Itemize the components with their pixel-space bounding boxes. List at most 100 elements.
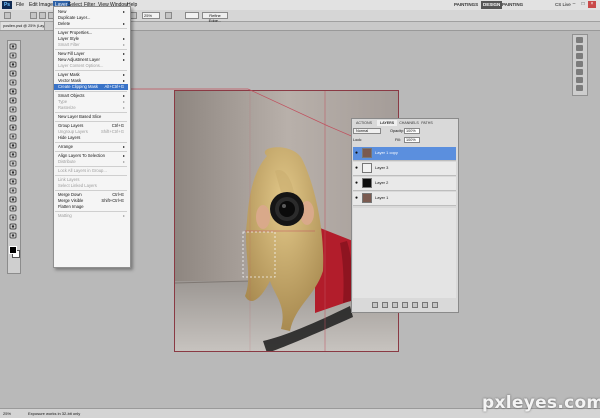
- fill-label: Fill:: [395, 138, 401, 142]
- move-tool-icon[interactable]: [9, 43, 17, 50]
- workspace-painting[interactable]: PAINTING: [502, 1, 523, 9]
- 3d-orbit-tool-icon[interactable]: [9, 214, 17, 221]
- menu-item-create-clipping-mask[interactable]: Create Clipping Mask Alt+Ctrl+G: [54, 84, 128, 90]
- layer-name: Layer 2: [375, 180, 389, 185]
- hand-tool-icon[interactable]: [9, 223, 17, 230]
- clone-stamp-tool-icon[interactable]: [9, 115, 17, 122]
- delete-layer-icon[interactable]: [432, 302, 438, 308]
- path-select-tool-icon[interactable]: [9, 187, 17, 194]
- layer-row-layer-1-copy[interactable]: ● Layer 1 copy: [353, 147, 456, 161]
- menu-separator: [55, 70, 127, 71]
- visibility-eye-icon[interactable]: ●: [355, 181, 358, 186]
- brush-tool-icon[interactable]: [9, 106, 17, 113]
- visibility-eye-icon[interactable]: ●: [355, 196, 358, 201]
- new-group-icon[interactable]: [412, 302, 418, 308]
- menu-item-arrange[interactable]: Arrange ▸: [54, 144, 128, 150]
- menu-item-label: Lock All Layers in Group...: [58, 168, 107, 173]
- fill-field[interactable]: 100%: [404, 137, 420, 143]
- dodge-tool-icon[interactable]: [9, 160, 17, 167]
- properties-panel-icon[interactable]: [576, 85, 583, 91]
- menu-item-label: Arrange: [58, 144, 73, 149]
- panel-tab-channels[interactable]: CHANNELS: [398, 120, 420, 126]
- zoom-tool-icon[interactable]: [9, 232, 17, 239]
- marquee-tool-icon[interactable]: [9, 52, 17, 59]
- menu-item-label: Layer Content Options...: [58, 63, 104, 68]
- menu-item-label: Smart Filter: [58, 42, 80, 47]
- blur-tool-icon[interactable]: [9, 151, 17, 158]
- pen-tool-icon[interactable]: [9, 169, 17, 176]
- gradient-tool-icon[interactable]: [9, 142, 17, 149]
- menu-item-label: New Layer Based Slice: [58, 114, 102, 119]
- swatches-panel-icon[interactable]: [576, 45, 583, 51]
- color-panel-icon[interactable]: [576, 37, 583, 43]
- menu-item-label: Hide Layers: [58, 135, 81, 140]
- menu-item-new-layer-based-slice[interactable]: New Layer Based Slice: [54, 114, 128, 120]
- maximize-icon[interactable]: □: [579, 1, 587, 8]
- menu-item-rasterize: Rasterize ▸: [54, 105, 128, 111]
- history-brush-tool-icon[interactable]: [9, 124, 17, 131]
- layers-list-empty-area: [353, 208, 456, 298]
- submenu-arrow-icon: ▸: [122, 105, 125, 110]
- layer-row-layer-2[interactable]: ● Layer 2: [353, 177, 456, 191]
- menu-separator: [55, 151, 127, 152]
- menu-item-label: Distribute: [58, 159, 76, 164]
- new-selection-icon[interactable]: [30, 12, 37, 19]
- visibility-eye-icon[interactable]: ●: [355, 166, 358, 171]
- menu-item-label: Select Linked Layers: [58, 183, 97, 188]
- menu-item-layer-content-options: Layer Content Options...: [54, 63, 128, 69]
- menu-item-shortcut: Alt+Ctrl+G: [104, 84, 124, 89]
- minimize-icon[interactable]: –: [570, 1, 578, 8]
- crop-tool-icon[interactable]: [9, 79, 17, 86]
- panel-tab-paths[interactable]: PATHS: [420, 120, 434, 126]
- blend-mode-dropdown[interactable]: Normal: [353, 128, 381, 134]
- menu-item-distribute: Distribute ▸: [54, 159, 128, 165]
- refine-edge-button[interactable]: Refine Edge...: [202, 12, 228, 23]
- marquee-tool-icon[interactable]: [4, 12, 11, 19]
- close-icon[interactable]: ×: [588, 1, 596, 8]
- opacity-field[interactable]: 100%: [404, 128, 420, 134]
- menu-separator: [55, 28, 127, 29]
- quick-select-tool-icon[interactable]: [9, 70, 17, 77]
- arrange-documents-icon[interactable]: [130, 12, 137, 19]
- screen-mode-icon[interactable]: [165, 12, 172, 19]
- cs-live-button[interactable]: CS Live: [555, 1, 571, 9]
- masks-panel-icon[interactable]: [576, 69, 583, 75]
- layer-row-layer-3[interactable]: ● Layer 3: [353, 162, 456, 176]
- history-panel-icon[interactable]: [576, 77, 583, 83]
- new-layer-icon[interactable]: [422, 302, 428, 308]
- workspace-design[interactable]: DESIGN: [481, 1, 503, 9]
- adjustments-panel-icon[interactable]: [576, 61, 583, 67]
- healing-brush-tool-icon[interactable]: [9, 97, 17, 104]
- lock-label: Lock:: [353, 138, 363, 142]
- lasso-tool-icon[interactable]: [9, 61, 17, 68]
- menu-item-flatten-image[interactable]: Flatten Image: [54, 204, 128, 210]
- document-tab[interactable]: posilen.psd @ 25% (Layer 1 c...: [1, 22, 45, 30]
- menu-item-matting: Matting ▸: [54, 213, 128, 219]
- menu-item-delete[interactable]: Delete ▸: [54, 21, 128, 27]
- eraser-tool-icon[interactable]: [9, 133, 17, 140]
- 3d-rotate-tool-icon[interactable]: [9, 205, 17, 212]
- add-selection-icon[interactable]: [39, 12, 46, 19]
- eyedropper-tool-icon[interactable]: [9, 88, 17, 95]
- adjustment-layer-icon[interactable]: [402, 302, 408, 308]
- panel-tab-layers[interactable]: LAYERS: [377, 120, 397, 126]
- add-mask-icon[interactable]: [392, 302, 398, 308]
- menu-file[interactable]: File: [14, 1, 26, 9]
- styles-panel-icon[interactable]: [576, 53, 583, 59]
- type-tool-icon[interactable]: [9, 178, 17, 185]
- layer-style-icon[interactable]: [382, 302, 388, 308]
- menu-item-label: Matting: [58, 213, 72, 218]
- visibility-eye-icon[interactable]: ●: [355, 151, 358, 156]
- menu-item-label: Rasterize: [58, 105, 76, 110]
- menu-separator: [55, 142, 127, 143]
- menu-item-hide-layers[interactable]: Hide Layers: [54, 135, 128, 141]
- style-dropdown[interactable]: [185, 12, 199, 19]
- link-layers-icon[interactable]: [372, 302, 378, 308]
- panel-tab-actions[interactable]: ACTIONS: [352, 120, 376, 126]
- zoom-field[interactable]: 25%: [142, 12, 160, 19]
- layer-row-layer-1[interactable]: ● Layer 1: [353, 192, 456, 206]
- foreground-color-swatch[interactable]: [9, 246, 17, 254]
- submenu-arrow-icon: ▸: [122, 144, 125, 149]
- shape-tool-icon[interactable]: [9, 196, 17, 203]
- workspace-paintings[interactable]: PAINTINGS: [454, 1, 478, 9]
